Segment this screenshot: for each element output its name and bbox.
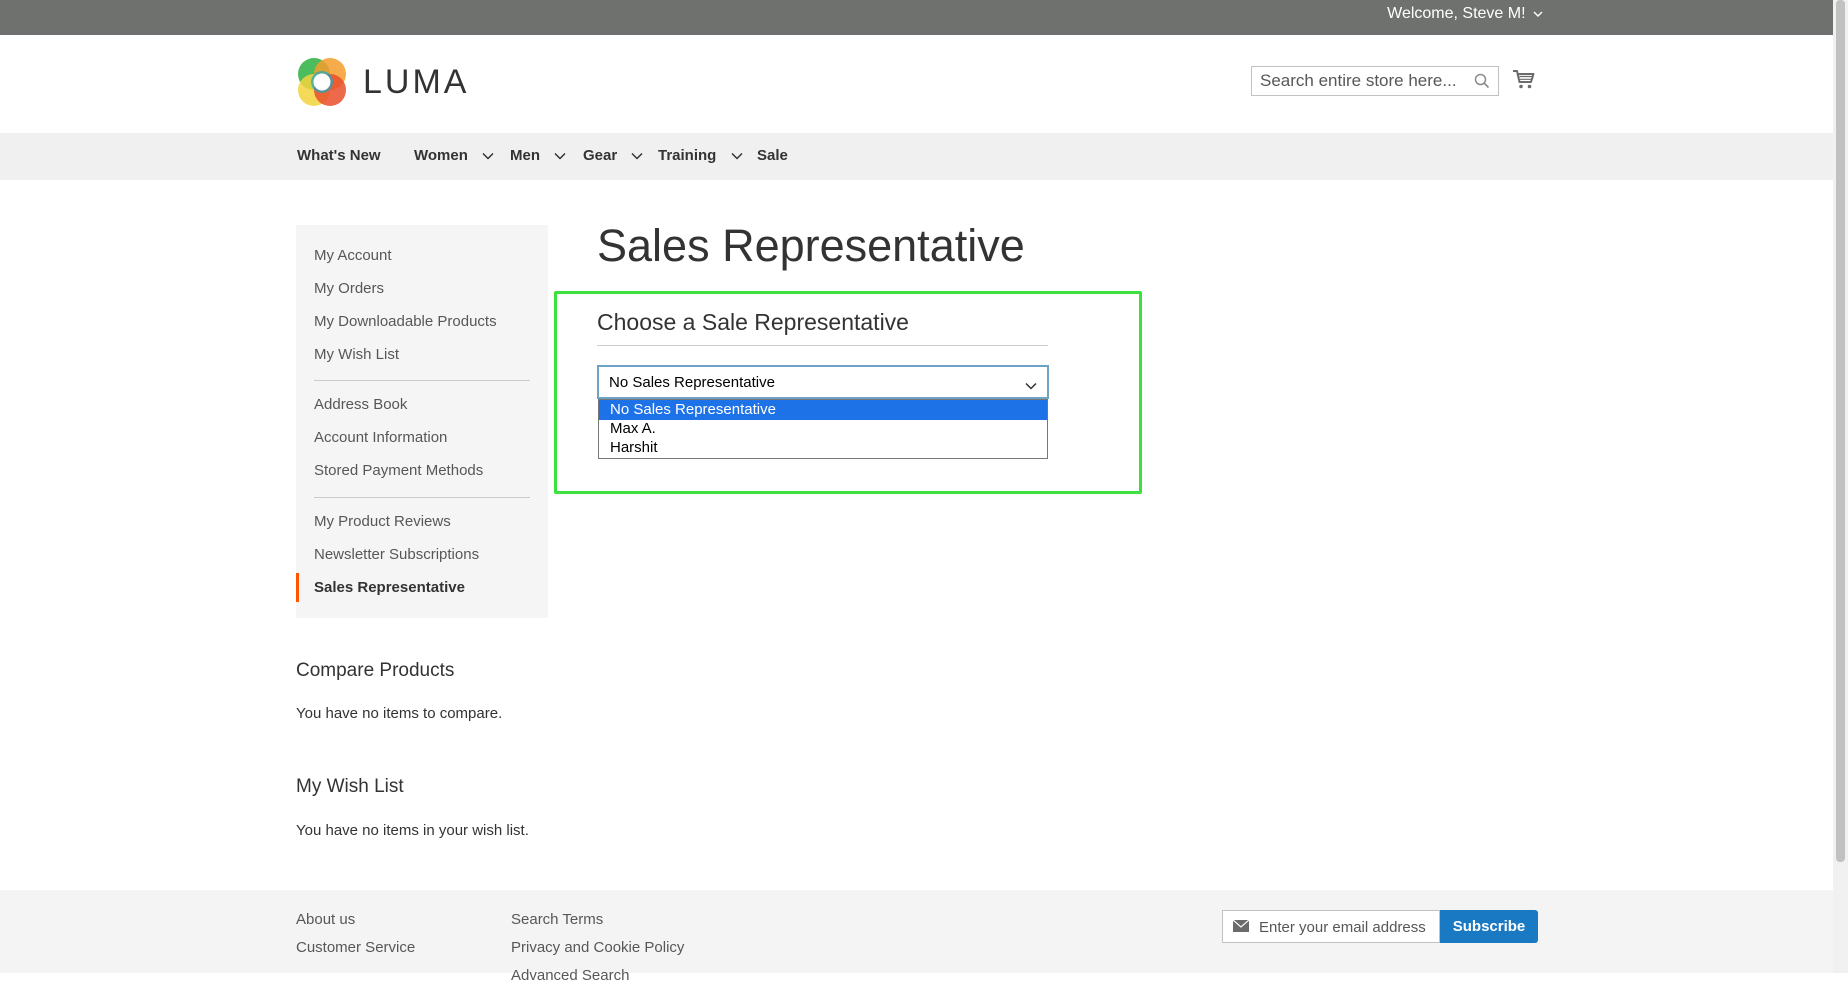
envelope-icon [1233, 920, 1249, 932]
footer-link-customer-service[interactable]: Customer Service [296, 939, 415, 956]
account-sidebar: My Account My Orders My Downloadable Pro… [296, 225, 548, 618]
sidebar-item-sales-representative[interactable]: Sales Representative [314, 579, 465, 596]
wishlist-title: My Wish List [296, 776, 404, 797]
wishlist-empty-text: You have no items in your wish list. [296, 822, 529, 839]
luma-logo-icon [298, 58, 346, 106]
footer-link-advanced-search[interactable]: Advanced Search [511, 967, 629, 984]
top-bar: Welcome, Steve M! [0, 0, 1833, 35]
chevron-down-icon [1533, 9, 1543, 21]
chevron-down-icon [1025, 377, 1037, 395]
chevron-down-icon [482, 147, 494, 164]
nav-item-men[interactable]: Men [510, 147, 566, 164]
main-nav: What's New Women Men Gear Training Sale [0, 133, 1833, 180]
logo[interactable]: LUMA [295, 55, 469, 109]
compare-empty-text: You have no items to compare. [296, 705, 503, 722]
sidebar-item-stored-payment-methods[interactable]: Stored Payment Methods [314, 462, 483, 479]
dropdown-option[interactable]: No Sales Representative [599, 400, 1047, 420]
nav-item-label: Sale [757, 147, 788, 164]
subscribe-button[interactable]: Subscribe [1440, 910, 1538, 943]
sidebar-item-my-orders[interactable]: My Orders [314, 280, 384, 297]
nav-item-label: Men [510, 147, 540, 164]
nav-item-training[interactable]: Training [658, 147, 743, 164]
newsletter-box [1222, 910, 1440, 944]
footer-link-about-us[interactable]: About us [296, 911, 355, 928]
nav-item-label: Training [658, 147, 717, 164]
sidebar-item-address-book[interactable]: Address Book [314, 396, 407, 413]
header: LUMA [0, 35, 1833, 133]
section-divider [597, 345, 1048, 346]
sidebar-item-wish-list[interactable]: My Wish List [314, 346, 399, 363]
select-value: No Sales Representative [609, 374, 775, 391]
chevron-down-icon [730, 147, 743, 164]
sales-rep-dropdown: No Sales Representative Max A. Harshit [598, 399, 1048, 459]
sidebar-item-product-reviews[interactable]: My Product Reviews [314, 513, 451, 530]
footer-link-search-terms[interactable]: Search Terms [511, 911, 603, 928]
sidebar-divider [314, 380, 530, 381]
sidebar-item-downloadable-products[interactable]: My Downloadable Products [314, 313, 497, 330]
nav-item-women[interactable]: Women [414, 147, 494, 164]
welcome-menu[interactable]: Welcome, Steve M! [1387, 5, 1543, 23]
active-indicator [296, 573, 299, 602]
compare-title: Compare Products [296, 660, 455, 681]
search-icon[interactable] [1474, 73, 1490, 89]
cart-icon[interactable] [1512, 67, 1536, 91]
dropdown-option[interactable]: Max A. [599, 419, 1047, 439]
nav-item-gear[interactable]: Gear [583, 147, 643, 164]
footer [0, 890, 1833, 973]
nav-item-label: Gear [583, 147, 618, 164]
search-input[interactable] [1252, 67, 1468, 95]
welcome-text: Welcome, Steve M! [1387, 5, 1526, 22]
logo-text: LUMA [363, 62, 470, 101]
chevron-down-icon [631, 147, 643, 164]
nav-item-sale[interactable]: Sale [757, 147, 788, 164]
page-scrollbar[interactable] [1833, 0, 1848, 973]
sales-rep-select[interactable]: No Sales Representative [597, 365, 1049, 399]
scrollbar-thumb[interactable] [1836, 0, 1845, 862]
nav-item-label: What's New [297, 147, 381, 164]
sidebar-item-account-information[interactable]: Account Information [314, 429, 447, 446]
dropdown-option[interactable]: Harshit [599, 438, 1047, 458]
chevron-down-icon [554, 147, 566, 164]
page-title: Sales Representative [597, 220, 1025, 271]
footer-link-privacy-policy[interactable]: Privacy and Cookie Policy [511, 939, 684, 956]
section-title: Choose a Sale Representative [597, 309, 909, 335]
nav-item-label: Women [414, 147, 468, 164]
nav-item-whats-new[interactable]: What's New [297, 147, 381, 164]
newsletter-email-input[interactable] [1257, 911, 1436, 944]
sidebar-divider [314, 497, 530, 498]
search-box[interactable] [1251, 66, 1499, 96]
sidebar-item-newsletter-subscriptions[interactable]: Newsletter Subscriptions [314, 546, 479, 563]
sidebar-item-my-account[interactable]: My Account [314, 247, 392, 264]
